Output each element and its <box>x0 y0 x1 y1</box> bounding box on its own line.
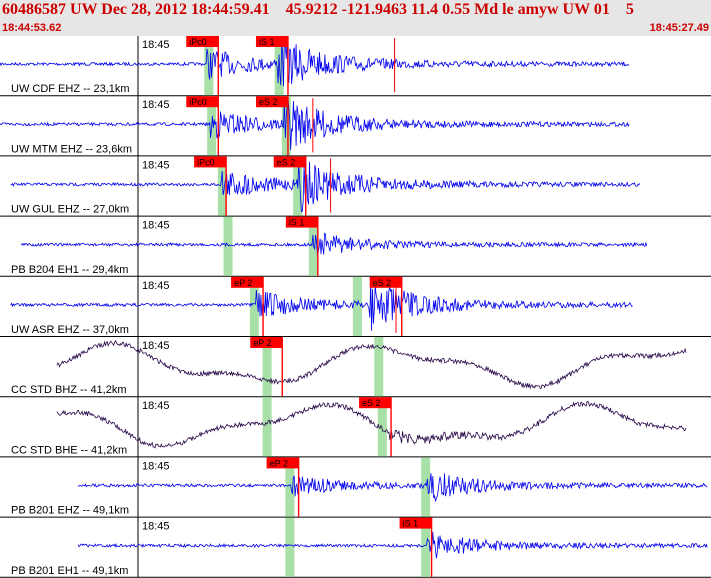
time-tick-label: 18:45 <box>142 340 170 352</box>
phase-pick-label: iPc0 <box>197 157 215 167</box>
station-label: PB B201 EHZ -- 49,1km <box>11 505 129 517</box>
waveform-trace[interactable] <box>20 232 648 256</box>
phase-pick-label: iS 1 <box>403 519 419 529</box>
phase-pick-label: eS 2 <box>277 157 296 167</box>
time-tick-label: 18:45 <box>142 39 170 51</box>
phase-pick-label: eS 2 <box>259 97 278 107</box>
pick-band <box>374 337 384 397</box>
time-tick-label: 18:45 <box>142 99 170 111</box>
phase-pick-label: iPc0 <box>189 37 207 47</box>
waveform-trace[interactable] <box>77 531 708 559</box>
window-end-time: 18:45:27.49 <box>649 22 709 34</box>
time-tick-label: 18:45 <box>142 220 170 232</box>
time-tick-label: 18:45 <box>142 400 170 412</box>
phase-pick-label: iS 1 <box>289 218 305 228</box>
station-label: CC STD BHZ -- 41,2km <box>11 384 127 396</box>
pick-band <box>262 397 272 457</box>
waveform-trace[interactable] <box>0 37 630 87</box>
station-label: UW ASR EHZ -- 37,0km <box>11 324 129 336</box>
seismogram-panel[interactable]: 18:45 iPc0 iS 1 UW CDF EHZ -- 23,1km 18:45 iP… <box>0 36 711 578</box>
phase-pick-label: iPc0 <box>189 97 207 107</box>
station-label: PB B201 EH1 -- 49,1km <box>11 565 128 577</box>
time-tick-label: 18:45 <box>142 460 170 472</box>
station-label: UW MTM EHZ -- 23,6km <box>11 143 132 155</box>
pick-band <box>285 517 295 577</box>
phase-pick-label: eS 2 <box>362 398 381 408</box>
event-header: 60486587 UW Dec 28, 2012 18:44:59.41 45.… <box>0 0 711 36</box>
phase-pick-label: iS 1 <box>259 37 275 47</box>
station-label: PB B204 EH1 -- 29,4km <box>11 264 128 276</box>
time-tick-label: 18:45 <box>142 521 170 533</box>
time-tick-label: 18:45 <box>142 159 170 171</box>
phase-pick-label: eS 2 <box>373 278 392 288</box>
time-tick-label: 18:45 <box>142 280 170 292</box>
station-label: CC STD BHE -- 41,2km <box>11 444 127 456</box>
waveform-trace[interactable] <box>0 98 630 150</box>
window-start-time: 18:44:53.62 <box>2 22 62 34</box>
phase-pick-label: eP 2 <box>253 338 271 348</box>
phase-pick-label: eP 2 <box>234 278 252 288</box>
pick-band <box>223 216 233 276</box>
event-title: 60486587 UW Dec 28, 2012 18:44:59.41 45.… <box>2 1 634 18</box>
phase-pick-label: eP 2 <box>270 458 288 468</box>
station-label: UW CDF EHZ -- 23,1km <box>11 83 130 95</box>
station-label: UW GUL EHZ -- 27,0km <box>11 204 129 216</box>
waveform-trace[interactable] <box>77 473 708 502</box>
